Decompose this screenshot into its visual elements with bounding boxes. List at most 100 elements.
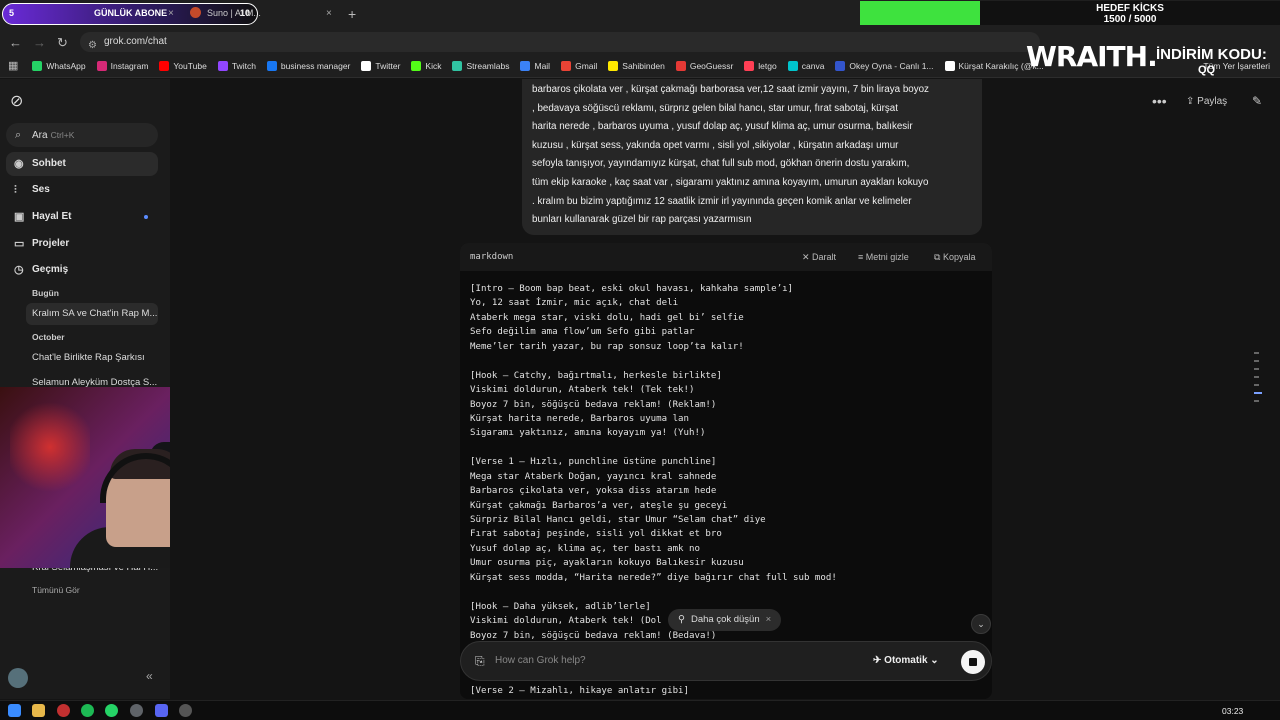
back-arrow-icon[interactable]: ← — [9, 35, 22, 50]
code-line: Sigaramı yaktınız, amına koyayım ya! (Yu… — [470, 428, 706, 439]
tab-title-active[interactable]: GÜNLÜK ABONE — [94, 8, 167, 18]
think-harder-chip[interactable]: ⚲ Daha çok düşün × — [668, 609, 782, 631]
user-message-line: barbaros çikolata ver , kürşat çakmağı b… — [532, 84, 929, 95]
spotify-icon[interactable] — [81, 704, 94, 717]
scroll-down-icon[interactable]: ⌄ — [971, 614, 991, 634]
bookmark-item[interactable]: business manager — [266, 60, 351, 71]
url-text: grok.com/chat — [104, 36, 167, 47]
obs-icon[interactable] — [179, 704, 192, 717]
folder-icon: ▭ — [14, 238, 25, 250]
avatar[interactable] — [8, 668, 28, 688]
chrome-icon[interactable] — [130, 704, 143, 717]
site-info-icon[interactable]: ⚙ — [88, 36, 97, 56]
see-all-link[interactable]: Tümünü Gör — [32, 585, 80, 595]
windows-start-icon[interactable] — [8, 704, 21, 717]
bookmark-label: Mail — [534, 60, 551, 71]
search-button[interactable]: ⌕ Ara Ctrl+K — [6, 123, 158, 147]
bookmark-label: Streamlabs — [466, 60, 510, 71]
bookmark-item[interactable]: YouTube — [159, 60, 207, 71]
bookmark-item[interactable]: Instagram — [96, 60, 148, 71]
discord-icon[interactable] — [155, 704, 168, 717]
bookmark-label: Okey Oyna - Canlı 1... — [849, 60, 934, 71]
code-line: Yusuf dolap aç, klima aç, ter bastı amk … — [470, 543, 700, 554]
bookmark-item[interactable]: Gmail — [561, 60, 597, 71]
address-bar[interactable]: ⚙ grok.com/chat — [80, 32, 1040, 52]
collapse-sidebar-icon[interactable]: « — [146, 669, 153, 683]
apps-grid-icon[interactable]: ▦ — [8, 59, 18, 72]
wraith-logo: WRAITH. — [1026, 40, 1158, 73]
bookmark-item[interactable]: WhatsApp — [32, 60, 86, 71]
whatsapp-icon[interactable] — [105, 704, 118, 717]
bookmark-item[interactable]: Kick — [411, 60, 441, 71]
reload-icon[interactable]: ↻ — [57, 35, 68, 51]
sidebar-item-chat[interactable]: ◉ Sohbet — [6, 152, 158, 176]
forward-arrow-icon[interactable]: → — [33, 35, 46, 50]
bookmark-item[interactable]: letgo — [744, 60, 777, 71]
conversation-minimap[interactable] — [1254, 352, 1266, 408]
voice-icon: ⫶ — [14, 184, 17, 196]
history-item[interactable]: Chat'le Birlikte Rap Şarkısı — [26, 347, 158, 369]
minimap-mark[interactable] — [1254, 360, 1259, 362]
minimap-mark[interactable] — [1254, 368, 1259, 370]
copy-button[interactable]: ⧉ Kopyala — [934, 252, 975, 263]
new-tab-icon[interactable]: + — [348, 6, 356, 22]
hide-text-button[interactable]: ≡ Metni gizle — [858, 252, 909, 262]
code-line: Viskimi doldurun, Ataberk tek! (Tek tek!… — [470, 385, 695, 396]
bookmark-item[interactable]: Okey Oyna - Canlı 1... — [835, 60, 934, 71]
code-line: Fırat sabotaj peşinde, sisli yol dikkat … — [470, 529, 722, 540]
sidebar-item-projects[interactable]: ▭ Projeler — [6, 232, 158, 256]
bookmark-item[interactable]: canva — [787, 60, 824, 71]
sidebar-item-voice[interactable]: ⫶ Ses — [6, 178, 158, 202]
sidebar-item-imagine[interactable]: ▣ Hayal Et — [6, 205, 158, 229]
history-item[interactable]: Kralım SA ve Chat'in Rap M... — [26, 303, 158, 325]
collapse-button[interactable]: ✕ Daralt — [802, 252, 836, 263]
code-line: Sürpriz Bilal Hancı geldi, star Umur “Se… — [470, 515, 766, 525]
bookmark-item[interactable]: Twitch — [217, 60, 256, 71]
file-explorer-icon[interactable] — [32, 704, 45, 717]
minimap-mark-current[interactable] — [1254, 392, 1262, 394]
gmail-icon — [561, 60, 572, 71]
kick-icon — [411, 60, 422, 71]
twitch-icon — [217, 60, 228, 71]
minimap-mark[interactable] — [1254, 400, 1259, 402]
sidebar-item-history[interactable]: ◷ Geçmiş — [6, 258, 158, 282]
attach-icon[interactable]: ⎘ — [475, 654, 485, 669]
share-button[interactable]: ⇪ Paylaş — [1186, 96, 1227, 107]
opera-icon[interactable] — [57, 704, 70, 717]
collapse-label: Daralt — [812, 252, 837, 262]
code-line: [Verse 1 – Hızlı, punchline üstüne punch… — [470, 457, 717, 468]
goal-widget: HEDEF KİCKS 1500 / 5000 — [980, 1, 1280, 25]
code-line: [Verse 2 – Mizahlı, hikaye anlatır gibi] — [470, 686, 689, 696]
lightbulb-icon: ⚲ — [678, 614, 685, 625]
close-icon[interactable]: × — [326, 8, 332, 19]
close-icon[interactable]: × — [168, 8, 174, 19]
bookmark-item[interactable]: Sahibinden — [608, 60, 665, 71]
discount-label: İNDİRİM KODU: — [1156, 46, 1267, 63]
bookmark-item[interactable]: Streamlabs — [452, 60, 510, 71]
new-chat-icon[interactable]: ✎ — [1252, 94, 1262, 108]
discount-code: QQ — [1198, 64, 1216, 76]
bookmark-item[interactable]: GeoGuessr — [675, 60, 733, 71]
bookmark-item[interactable]: Mail — [520, 60, 551, 71]
taskbar-clock: 03:23 — [1222, 706, 1244, 716]
code-line: Barbaros çikolata ver, yoksa diss atarım… — [470, 486, 717, 497]
goal-progress-fill — [860, 1, 980, 25]
stop-button[interactable] — [961, 650, 985, 674]
minimap-mark[interactable] — [1254, 352, 1259, 354]
bookmark-item[interactable]: Twitter — [361, 60, 400, 71]
sahibinden-icon — [608, 60, 619, 71]
close-icon[interactable]: × — [766, 609, 772, 631]
pin-icon — [675, 60, 686, 71]
grok-logo-icon[interactable]: ⊘ — [10, 91, 23, 111]
more-options-icon[interactable]: ••• — [1152, 93, 1167, 109]
message-input[interactable]: How can Grok help? — [495, 655, 586, 666]
bookmark-label: Sahibinden — [622, 60, 665, 71]
tab-suno[interactable]: Suno | AI M... — [190, 7, 261, 18]
minimap-mark[interactable] — [1254, 384, 1259, 386]
mode-select[interactable]: ✈ Otomatik ⌄ — [873, 655, 939, 666]
minimap-mark[interactable] — [1254, 376, 1259, 378]
search-label: Ara — [32, 130, 48, 141]
bookmark-label: business manager — [280, 60, 351, 71]
